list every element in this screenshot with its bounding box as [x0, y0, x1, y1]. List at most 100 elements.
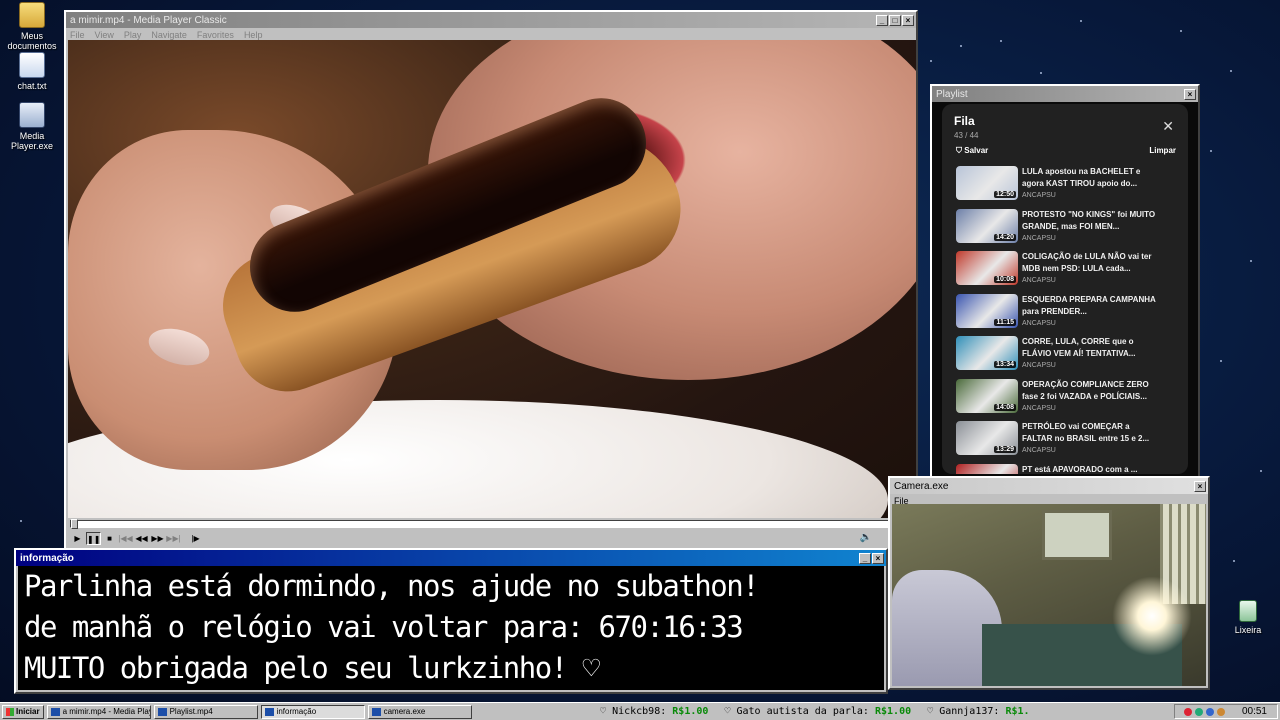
tray-icon[interactable] — [1205, 707, 1214, 716]
recycle-bin-icon — [1239, 600, 1257, 622]
video-title: PETRÓLEO vai COMEÇAR a FALTAR no BRASIL … — [1022, 422, 1150, 443]
playlist-titlebar[interactable]: Playlist × — [932, 86, 1198, 102]
video-thumbnail[interactable]: 14:20 — [956, 208, 1018, 243]
list-item[interactable]: 13:34 CORRE, LULA, CORRE que o FLÁVIO VEM… — [956, 336, 1182, 379]
donation-amount: R$1.00 — [672, 706, 709, 717]
skip-forward-icon[interactable]: ▶▶| — [166, 532, 181, 545]
close-icon[interactable]: × — [1184, 88, 1196, 100]
save-button[interactable]: ⛉ Salvar — [956, 146, 988, 156]
desktop-icon-chat-txt[interactable]: chat.txt — [0, 52, 64, 91]
menu-play[interactable]: Play — [124, 30, 142, 40]
task-label: a mimir.mp4 - Media Playe... — [62, 707, 150, 716]
info-window[interactable]: informação _ × Parlinha está dormindo, n… — [14, 548, 888, 694]
maximize-icon[interactable]: □ — [889, 14, 901, 26]
video-title: OPERAÇÃO COMPLIANCE ZERO fase 2 foi VAZA… — [1022, 379, 1149, 401]
info-titlebar[interactable]: informação _ × — [16, 550, 886, 566]
fast-forward-icon[interactable]: ▶▶ — [150, 532, 165, 545]
taskbar: Iniciar a mimir.mp4 - Media Playe... Pla… — [0, 702, 1280, 720]
menu-file[interactable]: File — [70, 30, 85, 40]
video-frame[interactable] — [68, 40, 916, 518]
desktop-icon-media-player[interactable]: Media Player.exe — [0, 102, 64, 151]
camera-feed — [892, 504, 1206, 686]
start-button[interactable]: Iniciar — [2, 704, 44, 719]
camera-lamp-glow — [1112, 576, 1192, 656]
media-player-window[interactable]: a mimir.mp4 - Media Player Classic _ □ ×… — [64, 10, 918, 550]
taskbar-task-camera[interactable]: camera.exe — [367, 704, 472, 719]
list-item[interactable]: 14:08 OPERAÇÃO COMPLIANCE ZERO fase 2 foi… — [956, 378, 1182, 422]
list-item[interactable]: 14:20 PROTESTO "NO KINGS" foi MUITO GRAND… — [956, 208, 1182, 252]
menu-navigate[interactable]: Navigate — [151, 30, 187, 40]
camera-icon — [371, 707, 381, 716]
skip-back-icon[interactable]: |◀◀ — [118, 532, 133, 545]
window-title: Playlist — [936, 88, 968, 100]
channel-name: ANCAPSU — [1022, 319, 1056, 327]
video-thumbnail[interactable] — [956, 463, 1018, 474]
close-icon[interactable]: ✕ — [1162, 118, 1174, 135]
window-title: informação — [20, 552, 74, 564]
video-title: LULA apostou na BACHELET e agora KAST TI… — [1022, 167, 1141, 188]
desktop-icon-label: Lixeira — [1234, 625, 1262, 635]
seek-bar[interactable] — [70, 519, 912, 529]
taskbar-task-playlist[interactable]: Playlist.mp4 — [153, 704, 258, 719]
close-icon[interactable]: × — [872, 552, 884, 564]
playlist-window[interactable]: Playlist × Fila 43 / 44 ✕ ⛉ Salvar Limpa… — [930, 84, 1200, 480]
task-label: Playlist.mp4 — [169, 707, 213, 716]
tray-icon[interactable] — [1194, 707, 1203, 716]
list-item[interactable]: PT está APAVORADO com a ...ANCAPSU — [956, 463, 1182, 474]
menu-favorites[interactable]: Favorites — [197, 30, 234, 40]
minimize-icon[interactable]: _ — [876, 14, 888, 26]
channel-name: ANCAPSU — [1022, 404, 1056, 412]
rewind-icon[interactable]: ◀◀ — [134, 532, 149, 545]
taskbar-task-info[interactable]: informação — [260, 704, 365, 719]
channel-name: ANCAPSU — [1022, 234, 1056, 242]
frame-step-icon[interactable]: |▶ — [188, 532, 203, 545]
volume-icon[interactable]: 🔈 — [860, 532, 872, 543]
tray-icon[interactable] — [1183, 707, 1192, 716]
channel-name: ANCAPSU — [1022, 447, 1056, 454]
info-line: de manhã o relógio vai voltar para: 670:… — [24, 610, 744, 644]
desktop-icon-my-documents[interactable]: Meus documentos — [0, 2, 64, 51]
donation-ticker: ♡ Nickcb98: R$1.00 ♡ Gato autista da par… — [600, 704, 1170, 720]
desktop-icon-recycle-bin[interactable]: Lixeira — [1216, 600, 1280, 635]
camera-titlebar[interactable]: Camera.exe × — [890, 478, 1208, 494]
list-item[interactable]: 13:29 PETRÓLEO vai COMEÇAR a FALTAR no BR… — [956, 421, 1182, 464]
bookmark-icon: ⛉ — [956, 146, 962, 155]
video-thumbnail[interactable]: 11:15 — [956, 293, 1018, 328]
list-item[interactable]: 12:50 LULA apostou na BACHELET e agora KA… — [956, 166, 1182, 209]
list-item[interactable]: 11:15 ESQUERDA PREPARA CAMPANHA para PREN… — [956, 293, 1182, 337]
queue-count: 43 / 44 — [954, 131, 979, 140]
clear-button[interactable]: Limpar — [1149, 146, 1176, 156]
minimize-icon[interactable]: _ — [859, 552, 871, 564]
duration-badge: 12:50 — [994, 191, 1016, 198]
camera-window[interactable]: Camera.exe × File — [888, 476, 1210, 690]
start-label: Iniciar — [16, 707, 40, 716]
text-file-icon — [19, 52, 45, 78]
duration-badge: 13:34 — [994, 361, 1016, 368]
playlist-icon — [157, 707, 167, 716]
close-icon[interactable]: × — [1194, 480, 1206, 492]
video-thumbnail[interactable]: 10:08 — [956, 251, 1018, 285]
video-thumbnail[interactable]: 14:08 — [956, 378, 1018, 413]
video-thumbnail[interactable]: 13:34 — [956, 336, 1018, 370]
video-title: PROTESTO "NO KINGS" foi MUITO GRANDE, ma… — [1022, 209, 1156, 231]
info-line: MUITO obrigada pelo seu lurkzinho! ♡ — [24, 651, 600, 685]
taskbar-task-media-player[interactable]: a mimir.mp4 - Media Playe... — [46, 704, 151, 719]
play-icon[interactable]: ▶ — [70, 532, 85, 545]
tray-icon[interactable] — [1216, 707, 1225, 716]
close-icon[interactable]: × — [902, 14, 914, 26]
seek-handle[interactable] — [71, 519, 78, 529]
queue-panel: Fila 43 / 44 ✕ ⛉ Salvar Limpar 12:50 LULA… — [942, 104, 1188, 474]
video-thumbnail[interactable]: 13:29 — [956, 421, 1018, 455]
stop-icon[interactable]: ■ — [102, 532, 117, 545]
menu-view[interactable]: View — [95, 30, 114, 40]
save-label: Salvar — [964, 146, 989, 155]
menu-help[interactable]: Help — [244, 30, 263, 40]
clock[interactable]: 00:51 — [1242, 706, 1267, 717]
playback-controls: ▶ ❚❚ ■ |◀◀ ◀◀ ▶▶ ▶▶| |▶ — [70, 532, 203, 545]
donor-name: Gato autista da parla: — [736, 706, 869, 717]
pause-icon[interactable]: ❚❚ — [86, 532, 101, 545]
list-item[interactable]: 10:08 COLIGAÇÃO de LULA NÃO vai ter MDB n… — [956, 251, 1182, 294]
media-player-titlebar[interactable]: a mimir.mp4 - Media Player Classic _ □ × — [66, 12, 916, 28]
video-thumbnail[interactable]: 12:50 — [956, 166, 1018, 200]
duration-badge: 14:20 — [994, 233, 1016, 241]
